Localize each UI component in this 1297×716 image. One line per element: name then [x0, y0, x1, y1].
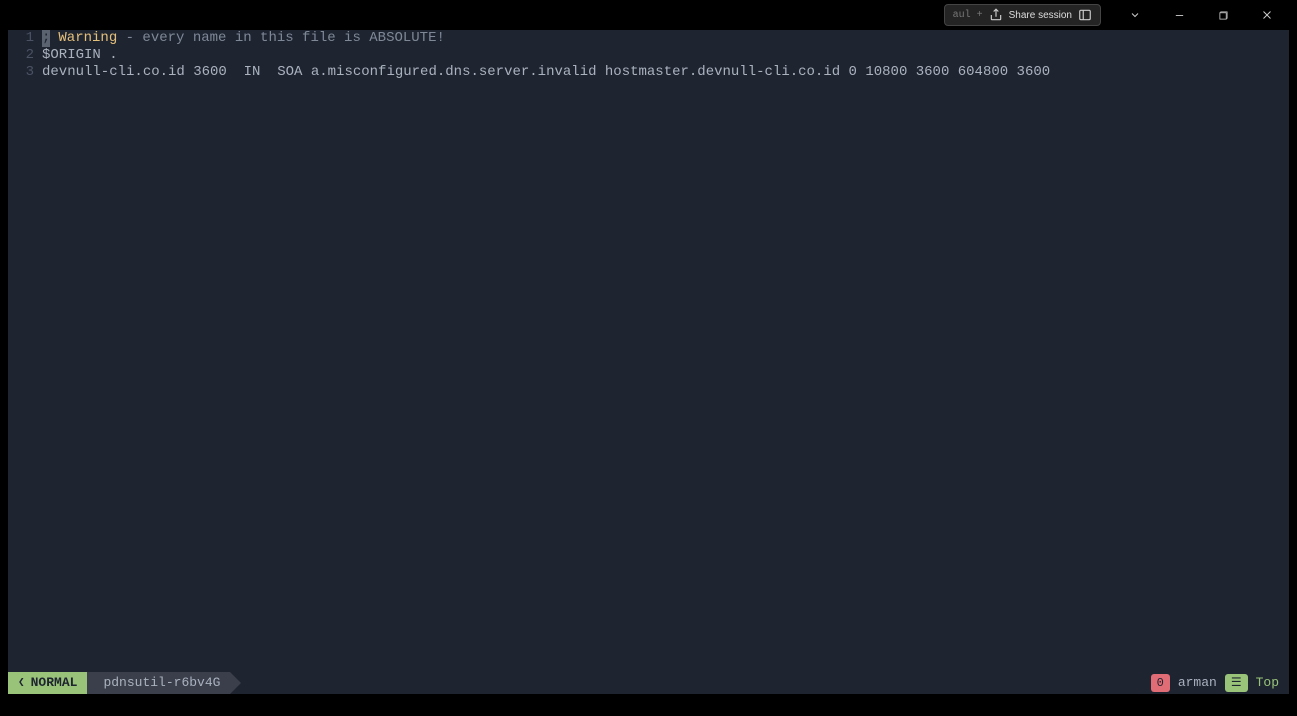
editor-pane[interactable]: 1 ; Warning - every name in this file is… — [8, 30, 1289, 694]
titlebar-hint: aul + — [953, 10, 983, 21]
error-count-badge: 0 — [1151, 674, 1170, 692]
position-icon: ☰ — [1231, 672, 1242, 694]
share-session-button[interactable]: Share session — [1009, 10, 1072, 21]
position-badge: ☰ — [1225, 674, 1248, 692]
minimize-button[interactable] — [1157, 0, 1201, 30]
window-titlebar: aul + Share session — [0, 0, 1297, 30]
panel-toggle-icon[interactable] — [1078, 8, 1092, 22]
editor-content[interactable]: 1 ; Warning - every name in this file is… — [8, 30, 1289, 672]
user-name: arman — [1178, 672, 1217, 694]
line-number: 2 — [8, 47, 42, 64]
dropdown-button[interactable] — [1113, 0, 1157, 30]
line-number: 1 — [8, 30, 42, 47]
editor-line[interactable]: 2 $ORIGIN . — [8, 47, 1289, 64]
share-icon[interactable] — [989, 8, 1003, 22]
mode-indicator: ❮ NORMAL — [8, 672, 87, 694]
cursor: ; — [42, 30, 50, 47]
line-text: ; Warning - every name in this file is A… — [42, 30, 445, 47]
line-number: 3 — [8, 64, 42, 81]
filename-text: pdnsutil-r6bv4G — [103, 672, 220, 694]
mode-icon: ❮ — [18, 672, 25, 694]
error-count: 0 — [1157, 672, 1164, 694]
mode-text: NORMAL — [31, 672, 78, 694]
titlebar-share-group: aul + Share session — [944, 4, 1101, 26]
filename-segment: pdnsutil-r6bv4G — [87, 672, 230, 694]
position-text: Top — [1256, 672, 1279, 694]
window-controls — [1113, 0, 1289, 30]
status-line: ❮ NORMAL pdnsutil-r6bv4G 0 arman ☰ Top — [8, 672, 1289, 694]
editor-line[interactable]: 1 ; Warning - every name in this file is… — [8, 30, 1289, 47]
editor-line[interactable]: 3 devnull-cli.co.id 3600 IN SOA a.miscon… — [8, 64, 1289, 81]
line-text: devnull-cli.co.id 3600 IN SOA a.misconfi… — [42, 64, 1050, 81]
maximize-button[interactable] — [1201, 0, 1245, 30]
close-button[interactable] — [1245, 0, 1289, 30]
line-text: $ORIGIN . — [42, 47, 118, 64]
